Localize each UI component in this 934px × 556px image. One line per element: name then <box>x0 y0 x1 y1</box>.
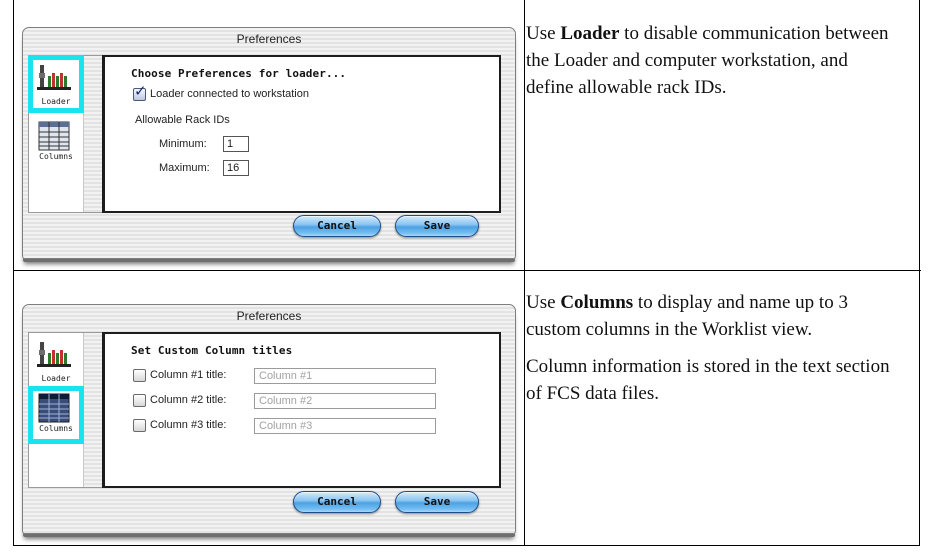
preferences-pane: Choose Preferences for loader... ✓ Loade… <box>102 55 501 213</box>
loader-term: Loader <box>560 23 620 44</box>
sidebar-item-columns[interactable]: Columns <box>28 386 84 444</box>
preferences-dialog-columns: Preferences Loader Columns Set Custom Co… <box>22 304 516 534</box>
pane-title: Set Custom Column titles <box>131 344 293 357</box>
save-button[interactable]: Save <box>395 215 479 237</box>
sidebar-item-loader[interactable]: Loader <box>28 55 84 113</box>
sidebar-item-columns[interactable]: Columns <box>32 118 80 168</box>
column-divider <box>524 0 525 546</box>
column-3-checkbox[interactable] <box>133 419 146 432</box>
sidebar-label-columns: Columns <box>39 424 73 433</box>
columns-icon <box>38 121 70 151</box>
cancel-button[interactable]: Cancel <box>293 491 381 513</box>
loader-connected-checkbox[interactable]: ✓ <box>133 84 147 101</box>
preferences-sidebar: Loader Columns <box>28 55 105 213</box>
column-2-checkbox[interactable] <box>133 394 146 407</box>
loader-connected-label: Loader connected to workstation <box>150 88 309 100</box>
sidebar-label-loader: Loader <box>41 97 71 106</box>
rack-ids-group-label: Allowable Rack IDs <box>135 114 230 126</box>
column-3-label: Column #3 title: <box>150 419 227 431</box>
loader-icon <box>37 65 71 90</box>
column-2-label: Column #2 title: <box>150 394 227 406</box>
column-2-title-input[interactable]: Column #2 <box>254 393 436 409</box>
sidebar-item-loader[interactable]: Loader <box>32 336 80 386</box>
columns-icon <box>38 393 70 423</box>
loader-description-text: Use Loader to disable communication betw… <box>526 23 889 98</box>
sidebar-label-columns: Columns <box>39 152 73 161</box>
column-3-title-input[interactable]: Column #3 <box>254 418 436 434</box>
columns-term: Columns <box>560 292 634 313</box>
columns-description-text: Use Columns to display and name up to 3 … <box>526 292 848 340</box>
preferences-pane: Set Custom Column titles Column #1 title… <box>102 332 501 488</box>
column-1-checkbox[interactable] <box>133 369 146 382</box>
loader-description: Use Loader to disable communication betw… <box>526 20 896 111</box>
minimum-label: Minimum: <box>159 138 207 150</box>
preferences-dialog-loader: Preferences Loader Columns Choose Prefer… <box>22 27 516 259</box>
preferences-sidebar: Loader Columns <box>28 332 105 488</box>
maximum-field[interactable]: 16 <box>223 160 249 176</box>
save-button[interactable]: Save <box>395 491 479 513</box>
dialog-title: Preferences <box>236 32 302 46</box>
column-1-label: Column #1 title: <box>150 369 227 381</box>
dialog-title: Preferences <box>236 309 302 323</box>
cancel-button[interactable]: Cancel <box>293 215 381 237</box>
pane-title: Choose Preferences for loader... <box>131 67 347 80</box>
maximum-label: Maximum: <box>159 162 210 174</box>
sidebar-label-loader: Loader <box>41 374 71 383</box>
column-1-title-input[interactable]: Column #1 <box>254 368 436 384</box>
checkmark-icon: ✓ <box>134 82 147 100</box>
columns-description: Use Columns to display and name up to 3 … <box>526 289 896 417</box>
minimum-field[interactable]: 1 <box>223 136 249 152</box>
loader-icon <box>37 342 71 367</box>
columns-storage-note: Column information is stored in the text… <box>526 356 890 404</box>
row-divider <box>14 270 921 271</box>
